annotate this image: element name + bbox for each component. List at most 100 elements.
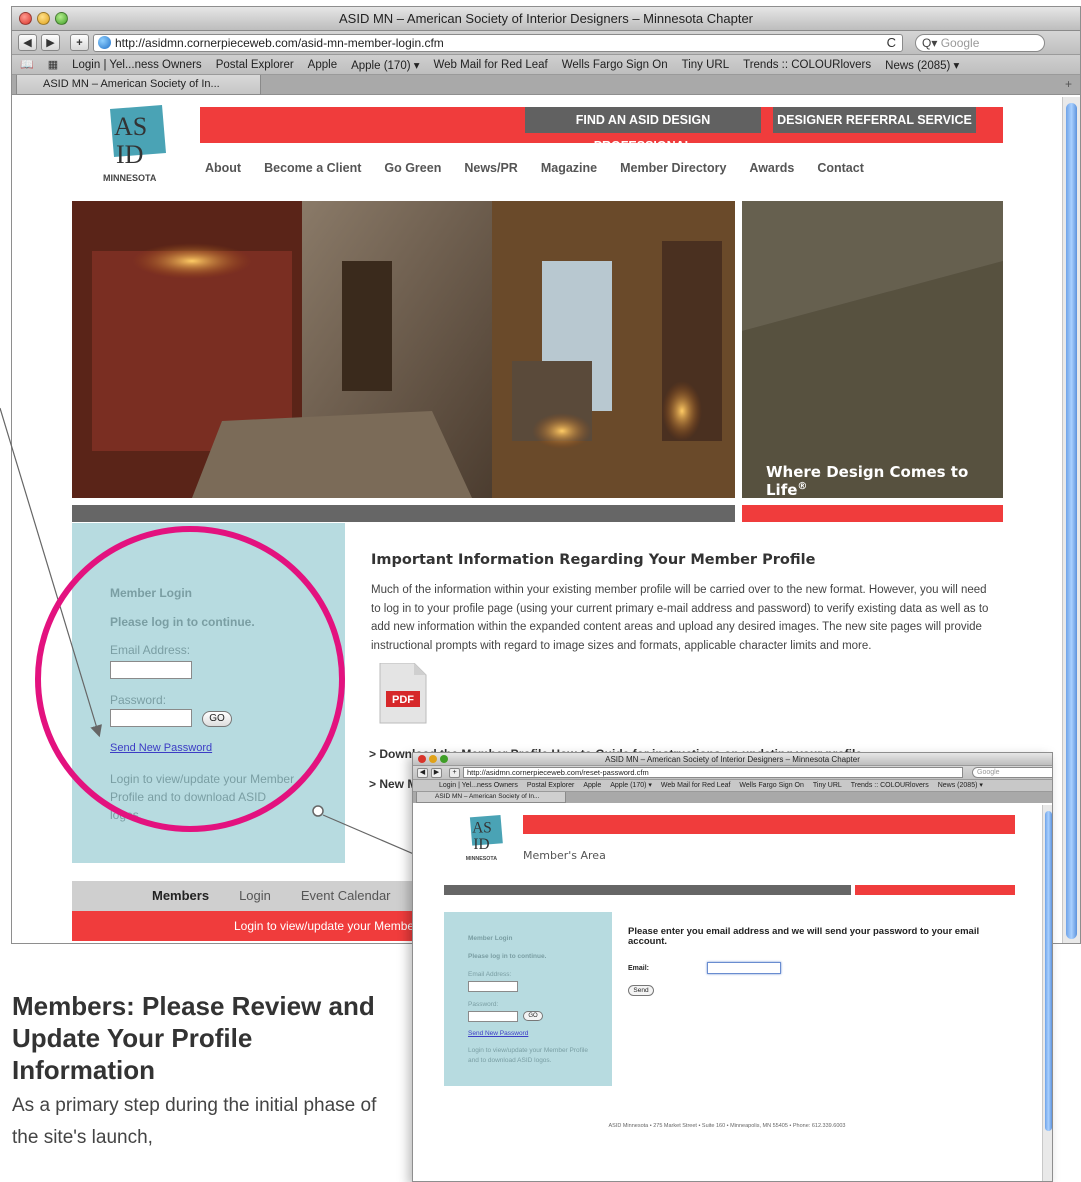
info-title: Important Information Regarding Your Mem… bbox=[371, 552, 816, 568]
back-button[interactable]: ◀ bbox=[18, 34, 37, 51]
inset-scrollbar-thumb[interactable] bbox=[1045, 811, 1052, 1131]
inset-back-button[interactable]: ◀ bbox=[417, 767, 428, 778]
bookmark-item[interactable]: Web Mail for Red Leaf bbox=[434, 59, 548, 71]
inset-search-placeholder: Google bbox=[977, 769, 1000, 776]
referral-service-button[interactable]: DESIGNER REFERRAL SERVICE bbox=[773, 107, 976, 133]
inset-divider-grey bbox=[444, 885, 851, 895]
inset-zoom-icon[interactable] bbox=[440, 755, 448, 763]
window-title: ASID MN – American Society of Interior D… bbox=[338, 11, 753, 26]
password-field[interactable] bbox=[110, 709, 192, 727]
inset-address-bar[interactable]: http://asidmn.cornerpieceweb.com/reset-p… bbox=[463, 767, 963, 778]
inset-page: AS ID MINNESOTA Member's Area Member Log… bbox=[413, 805, 1041, 1181]
inset-add-button[interactable]: + bbox=[449, 767, 460, 778]
nav-about[interactable]: About bbox=[205, 161, 241, 175]
inset-toolbar: ◀ ▶ + http://asidmn.cornerpieceweb.com/r… bbox=[413, 766, 1052, 780]
inset-area-title: Member's Area bbox=[523, 849, 606, 862]
bookmark-item[interactable]: News (2085) ▾ bbox=[885, 58, 959, 72]
bookmark-item[interactable]: Login | Yel...ness Owners bbox=[439, 780, 518, 791]
inset-window-title: ASID MN – American Society of Interior D… bbox=[605, 755, 860, 764]
email-label: Email Address: bbox=[110, 643, 191, 657]
inset-close-icon[interactable] bbox=[418, 755, 426, 763]
new-tab-icon[interactable]: + bbox=[1065, 77, 1072, 91]
inset-asid-logo[interactable]: AS ID MINNESOTA bbox=[464, 815, 504, 861]
bookmark-item[interactable]: Apple bbox=[583, 780, 601, 791]
nav-contact[interactable]: Contact bbox=[817, 161, 864, 175]
reload-icon[interactable]: C bbox=[887, 35, 896, 51]
bookmark-item[interactable]: Tiny URL bbox=[682, 59, 730, 71]
bookmark-item[interactable]: Login | Yel...ness Owners bbox=[72, 59, 202, 71]
footer-nav-members[interactable]: Members bbox=[152, 888, 209, 903]
tab-bar: ASID MN – American Society of In... + bbox=[12, 75, 1080, 95]
inset-search-input[interactable]: Google bbox=[972, 767, 1052, 778]
bookmark-item[interactable]: Trends :: COLOURlovers bbox=[851, 780, 929, 791]
hero-image bbox=[72, 201, 735, 498]
nav-go-green[interactable]: Go Green bbox=[384, 161, 441, 175]
scrollbar[interactable] bbox=[1062, 97, 1080, 943]
footer-nav-event-calendar[interactable]: Event Calendar bbox=[301, 888, 391, 903]
bookmark-item[interactable]: Apple (170) ▾ bbox=[610, 780, 652, 791]
new-member-link[interactable]: > New M bbox=[369, 777, 417, 791]
go-button[interactable]: GO bbox=[202, 711, 232, 727]
forward-button[interactable]: ▶ bbox=[41, 34, 60, 51]
inset-bookmarks-bar: Login | Yel...ness Owners Postal Explore… bbox=[413, 780, 1052, 792]
send-password-link[interactable]: Send New Password bbox=[110, 742, 212, 754]
inset-email-field[interactable] bbox=[468, 981, 518, 992]
inset-go-button[interactable]: GO bbox=[523, 1011, 543, 1021]
bookmark-item[interactable]: Wells Fargo Sign On bbox=[739, 780, 803, 791]
tagline-registered-mark: ® bbox=[797, 481, 808, 492]
browser-toolbar: ◀ ▶ + http://asidmn.cornerpieceweb.com/a… bbox=[12, 31, 1080, 55]
bookmark-item[interactable]: Wells Fargo Sign On bbox=[562, 59, 668, 71]
pdf-icon[interactable]: PDF bbox=[376, 663, 428, 725]
inset-scrollbar[interactable] bbox=[1042, 805, 1052, 1181]
pdf-label: PDF bbox=[392, 694, 414, 706]
address-text: http://asidmn.cornerpieceweb.com/asid-mn… bbox=[115, 35, 444, 50]
bookmark-item[interactable]: Trends :: COLOURlovers bbox=[743, 59, 871, 71]
window-controls bbox=[19, 12, 68, 25]
inset-minimize-icon[interactable] bbox=[429, 755, 437, 763]
nav-become-client[interactable]: Become a Client bbox=[264, 161, 361, 175]
bookmark-item[interactable]: News (2085) ▾ bbox=[938, 780, 983, 791]
nav-news-pr[interactable]: News/PR bbox=[464, 161, 518, 175]
inset-login-title: Member Login bbox=[468, 935, 513, 942]
book-icon[interactable]: 📖 bbox=[20, 58, 34, 71]
inset-forward-button[interactable]: ▶ bbox=[431, 767, 442, 778]
nav-awards[interactable]: Awards bbox=[749, 161, 794, 175]
email-field[interactable] bbox=[110, 661, 192, 679]
inset-divider-red bbox=[855, 885, 1015, 895]
inset-password-field[interactable] bbox=[468, 1011, 518, 1022]
nav-magazine[interactable]: Magazine bbox=[541, 161, 597, 175]
nav-member-directory[interactable]: Member Directory bbox=[620, 161, 726, 175]
asid-logo[interactable]: AS ID MINNESOTA bbox=[100, 105, 168, 183]
member-login-panel: Member Login Please log in to continue. … bbox=[72, 523, 345, 863]
info-body: Much of the information within your exis… bbox=[371, 584, 989, 652]
inset-tab-active[interactable]: ASID MN – American Society of In... bbox=[416, 792, 566, 803]
add-bookmark-button[interactable]: + bbox=[70, 34, 89, 51]
address-bar[interactable]: http://asidmn.cornerpieceweb.com/asid-mn… bbox=[93, 33, 903, 52]
footer-nav-login[interactable]: Login bbox=[239, 888, 271, 903]
inset-send-password-link[interactable]: Send New Password bbox=[468, 1030, 528, 1037]
divider-red bbox=[742, 505, 1003, 522]
inset-address-text: http://asidmn.cornerpieceweb.com/reset-p… bbox=[467, 768, 649, 777]
inset-window-controls bbox=[418, 755, 448, 763]
minimize-icon[interactable] bbox=[37, 12, 50, 25]
close-icon[interactable] bbox=[19, 12, 32, 25]
inset-send-button[interactable]: Send bbox=[628, 985, 654, 996]
scrollbar-thumb[interactable] bbox=[1066, 103, 1077, 939]
bookmark-item[interactable]: Web Mail for Red Leaf bbox=[661, 780, 731, 791]
search-input[interactable]: Q▾ Google bbox=[915, 33, 1045, 52]
tagline-background-shapes bbox=[742, 201, 1003, 498]
bookmark-item[interactable]: Apple (170) ▾ bbox=[351, 58, 419, 72]
inset-reset-email-field[interactable] bbox=[707, 962, 781, 974]
zoom-icon[interactable] bbox=[55, 12, 68, 25]
bookmark-item[interactable]: Tiny URL bbox=[813, 780, 842, 791]
inset-password-label: Password: bbox=[468, 1001, 499, 1008]
inset-reset-email-label: Email: bbox=[628, 965, 650, 972]
bookmark-item[interactable]: Postal Explorer bbox=[216, 59, 294, 71]
find-designer-button[interactable]: FIND AN ASID DESIGN PROFESSIONAL bbox=[525, 107, 761, 153]
bookmark-item[interactable]: Apple bbox=[308, 59, 337, 71]
bookmark-item[interactable]: Postal Explorer bbox=[527, 780, 574, 791]
logo-as: AS bbox=[114, 112, 147, 141]
main-nav: About Become a Client Go Green News/PR M… bbox=[205, 161, 887, 175]
grid-icon[interactable]: ▦ bbox=[48, 58, 58, 71]
tab-active[interactable]: ASID MN – American Society of In... bbox=[16, 75, 261, 95]
